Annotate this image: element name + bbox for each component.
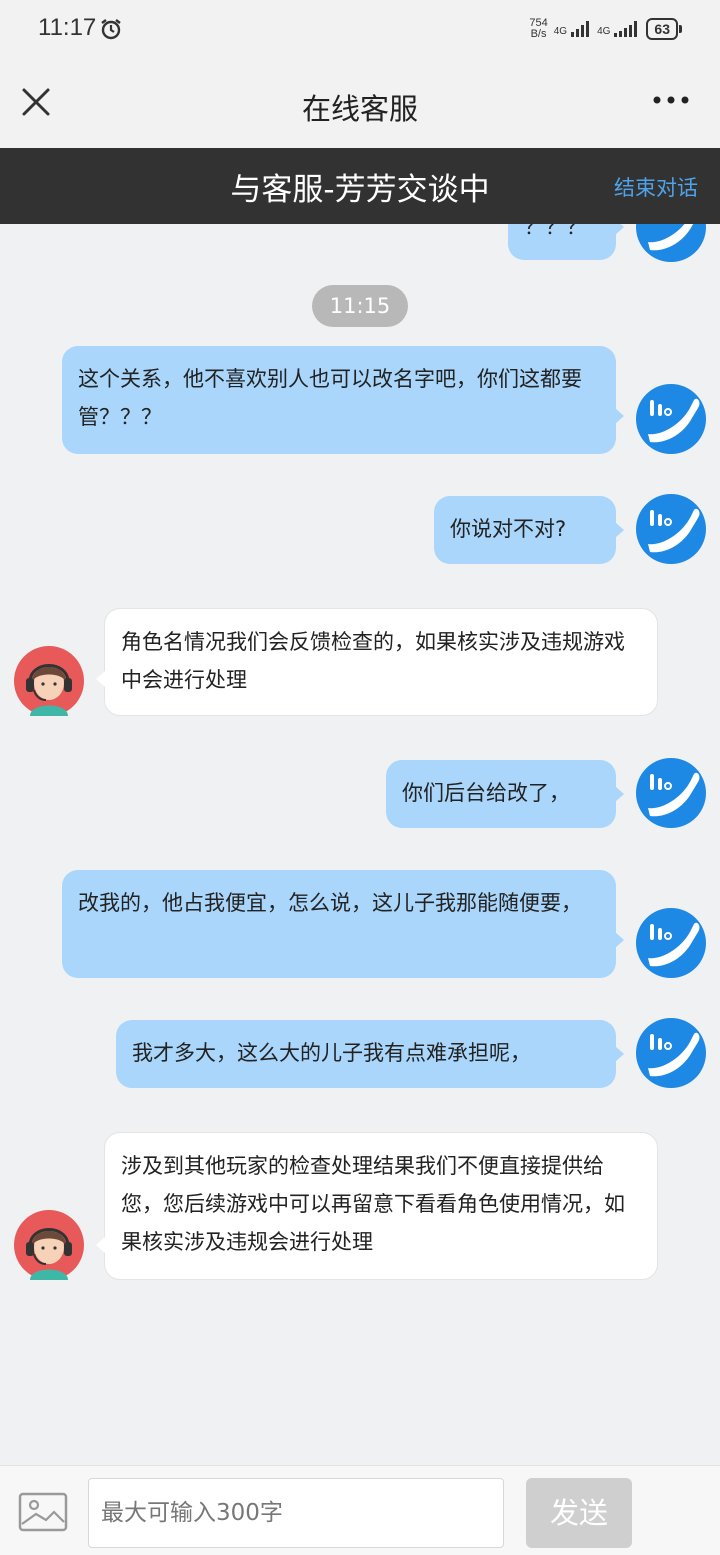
agent-avatar xyxy=(14,1210,84,1280)
end-chat-button[interactable]: 结束对话 xyxy=(614,172,698,202)
image-picker-icon[interactable] xyxy=(18,1492,68,1532)
battery-tip xyxy=(679,25,682,33)
message-text: 我才多大，这么大的儿子我有点难承担呢， xyxy=(132,1041,531,1065)
message-text: 改我的，他占我便宜，怎么说，这儿子我那能随便要， xyxy=(78,891,582,915)
bubble-tail xyxy=(615,786,624,802)
bubble-tail xyxy=(615,1046,624,1062)
user-avatar xyxy=(636,1018,706,1088)
user-avatar xyxy=(636,384,706,454)
battery-level: 63 xyxy=(646,18,678,40)
message-user: 改我的，他占我便宜，怎么说，这儿子我那能随便要， xyxy=(62,870,624,978)
signal-bars-2-icon xyxy=(614,21,638,37)
banner-text: 与客服-芳芳交谈中 xyxy=(230,172,490,208)
signal-bars-icon xyxy=(571,21,590,37)
user-avatar xyxy=(636,494,706,564)
status-time: 11:17 xyxy=(38,14,97,41)
message-text: 涉及到其他玩家的检查处理结果我们不便直接提供给您，您后续游戏中可以再留意下看看角… xyxy=(121,1154,625,1254)
bubble-tail xyxy=(96,671,105,687)
message-text: 你们后台给改了， xyxy=(402,781,570,805)
message-user: 这个关系，他不喜欢别人也可以改名字吧，你们这都要管？？？ xyxy=(62,346,624,454)
net-speed: 754 B/s xyxy=(529,18,547,40)
bubble-tail xyxy=(96,1237,105,1253)
send-button[interactable]: 发送 xyxy=(526,1478,632,1548)
message-user: 你们后台给改了， xyxy=(386,760,624,828)
chat-message-list[interactable]: ？？？ 11:15 这个关系，他不喜欢别人也可以改名字吧，你们这都要管？？？ 你… xyxy=(0,150,720,1465)
message-text: 你说对不对? xyxy=(450,517,567,541)
message-input-bar: 发送 xyxy=(0,1465,720,1555)
message-user: 我才多大，这么大的儿子我有点难承担呢， xyxy=(116,1020,624,1088)
agent-status-banner: 与客服-芳芳交谈中 结束对话 xyxy=(0,148,720,224)
signal-strength-icon: 4G xyxy=(554,21,591,37)
user-avatar xyxy=(636,908,706,978)
agent-avatar xyxy=(14,646,84,716)
message-input[interactable] xyxy=(88,1478,504,1548)
title-bar: 在线客服 xyxy=(0,58,720,150)
status-indicators: 754 B/s 4G 4G 63 xyxy=(529,14,682,44)
bubble-tail xyxy=(615,932,624,948)
message-user: 你说对不对? xyxy=(434,496,624,564)
message-agent: 涉及到其他玩家的检查处理结果我们不便直接提供给您，您后续游戏中可以再留意下看看角… xyxy=(96,1132,658,1280)
signal1-label: 4G xyxy=(553,26,568,37)
battery-icon: 63 xyxy=(646,18,682,40)
signal2-label: 4G xyxy=(597,26,611,37)
signal-strength-2-icon: 4G xyxy=(597,21,640,37)
bubble-tail xyxy=(615,408,624,424)
page-title: 在线客服 xyxy=(301,92,418,126)
user-avatar xyxy=(636,758,706,828)
message-text: 这个关系，他不喜欢别人也可以改名字吧，你们这都要管？？？ xyxy=(78,367,582,429)
alarm-clock-icon xyxy=(101,19,121,40)
timestamp-badge: 11:15 xyxy=(312,285,408,327)
more-options-icon[interactable] xyxy=(652,90,690,110)
message-agent: 角色名情况我们会反馈检查的，如果核实涉及违规游戏中会进行处理 xyxy=(96,608,658,716)
net-speed-unit: B/s xyxy=(530,28,547,40)
bubble-tail xyxy=(615,522,624,538)
message-text: 角色名情况我们会反馈检查的，如果核实涉及违规游戏中会进行处理 xyxy=(121,630,625,692)
status-bar: 11:17 754 B/s 4G 4G 63 xyxy=(0,0,720,58)
